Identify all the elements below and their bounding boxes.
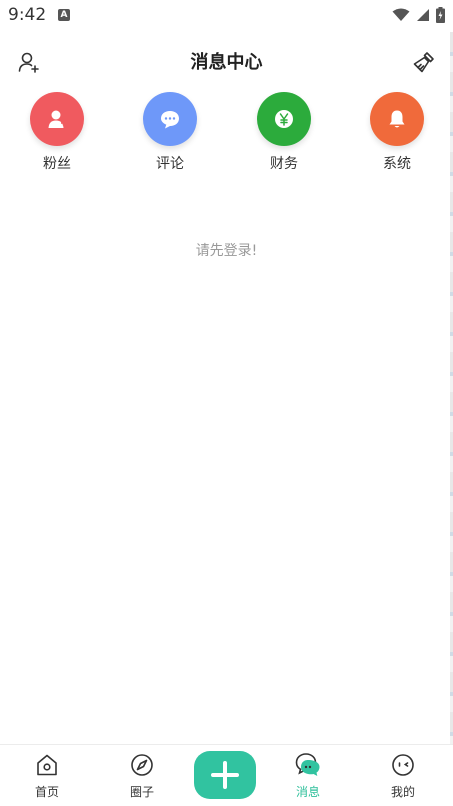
tab-label: 首页 (34, 785, 59, 799)
status-bar: 9:42 A (0, 0, 453, 32)
profile-face-icon (392, 754, 414, 776)
header: 消息中心 (0, 40, 453, 82)
plus-icon (211, 761, 239, 789)
status-time: 9:42 (8, 5, 47, 25)
home-icon (37, 754, 57, 776)
tab-label: 圈子 (129, 785, 154, 799)
category-finance[interactable]: 财务 (244, 92, 324, 173)
category-label: 系统 (383, 156, 411, 172)
user-icon (48, 110, 66, 128)
category-fans[interactable]: 粉丝 (17, 92, 97, 173)
yen-coin-icon (275, 110, 293, 128)
chat-bubble-icon (161, 111, 179, 129)
message-categories: 粉丝 评论 财务 系统 (0, 92, 453, 182)
tab-profile[interactable]: 我的 (358, 745, 448, 806)
compass-icon (131, 754, 153, 776)
comments-icon-circle (143, 92, 197, 146)
tab-circle[interactable]: 圈子 (97, 745, 187, 806)
message-icon (295, 753, 320, 776)
signal-icon (417, 9, 429, 21)
category-label: 粉丝 (43, 156, 71, 172)
status-icons (392, 7, 445, 23)
system-icon-circle (370, 92, 424, 146)
battery-icon (436, 7, 445, 23)
tab-messages[interactable]: 消息 (263, 745, 353, 806)
notification-icon: A (58, 9, 70, 21)
category-label: 财务 (270, 156, 298, 172)
page-title: 消息中心 (190, 52, 263, 73)
login-prompt: 请先登录! (195, 243, 258, 259)
bottom-tab-bar: 首页 圈子 消息 我的 (0, 744, 453, 806)
category-comments[interactable]: 评论 (130, 92, 210, 173)
wifi-icon (392, 8, 410, 21)
clear-messages-button[interactable] (411, 49, 437, 75)
finance-icon-circle (257, 92, 311, 146)
category-label: 评论 (156, 156, 184, 172)
add-post-button[interactable] (194, 751, 256, 799)
tab-label: 消息 (295, 785, 320, 799)
fans-icon-circle (30, 92, 84, 146)
broom-icon (413, 52, 434, 73)
tab-label: 我的 (390, 785, 415, 799)
tab-home[interactable]: 首页 (2, 745, 92, 806)
bell-icon (389, 110, 405, 128)
category-system[interactable]: 系统 (357, 92, 437, 173)
